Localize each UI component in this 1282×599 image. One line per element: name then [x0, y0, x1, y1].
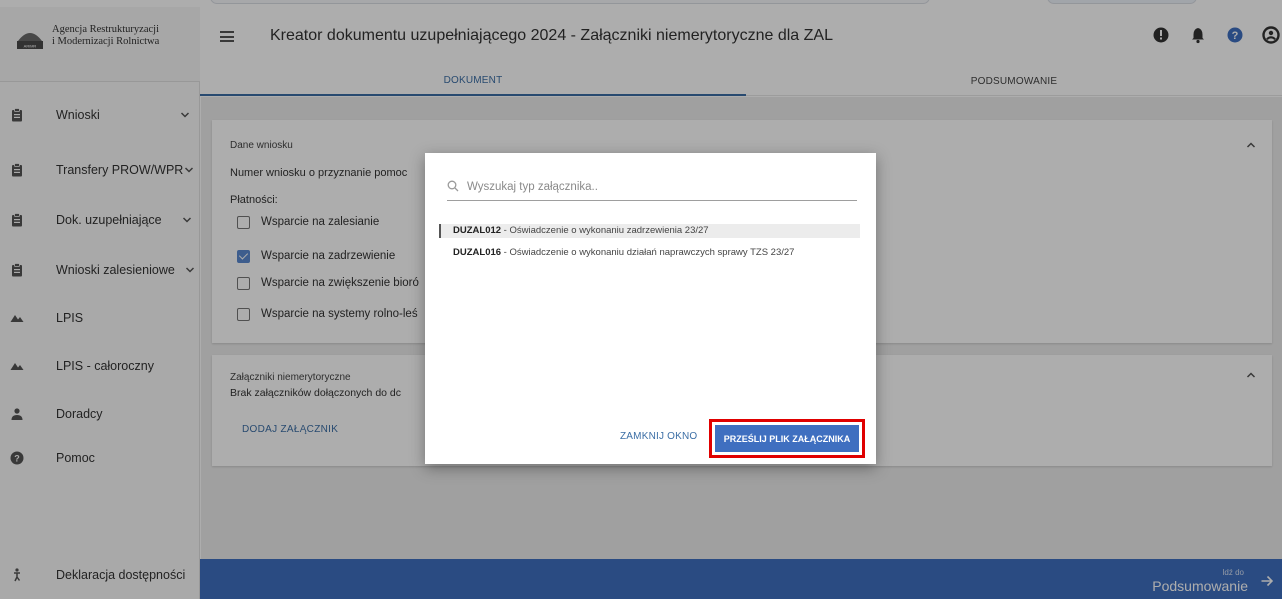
option-text: - Oświadczenie o wykonaniu zadrzewienia …: [501, 225, 709, 236]
attachment-type-dialog: DUZAL012 - Oświadczenie o wykonaniu zadr…: [425, 153, 876, 464]
close-dialog-button[interactable]: ZAMKNIJ OKNO: [620, 431, 697, 442]
option-duzal016[interactable]: DUZAL016 - Oświadczenie o wykonaniu dzia…: [439, 247, 839, 258]
search-row: [447, 177, 857, 201]
option-code: DUZAL016: [453, 247, 502, 258]
upload-attachment-button[interactable]: PRZEŚLIJ PLIK ZAŁĄCZNIKA: [715, 425, 859, 452]
attachment-search-input[interactable]: [467, 177, 847, 197]
search-icon: [447, 180, 459, 192]
option-text: - Oświadczenie o wykonaniu działań napra…: [501, 247, 795, 258]
highlight-frame: PRZEŚLIJ PLIK ZAŁĄCZNIKA: [709, 419, 865, 458]
option-code: DUZAL012: [453, 225, 502, 236]
option-duzal012[interactable]: DUZAL012 - Oświadczenie o wykonaniu zadr…: [439, 224, 860, 238]
